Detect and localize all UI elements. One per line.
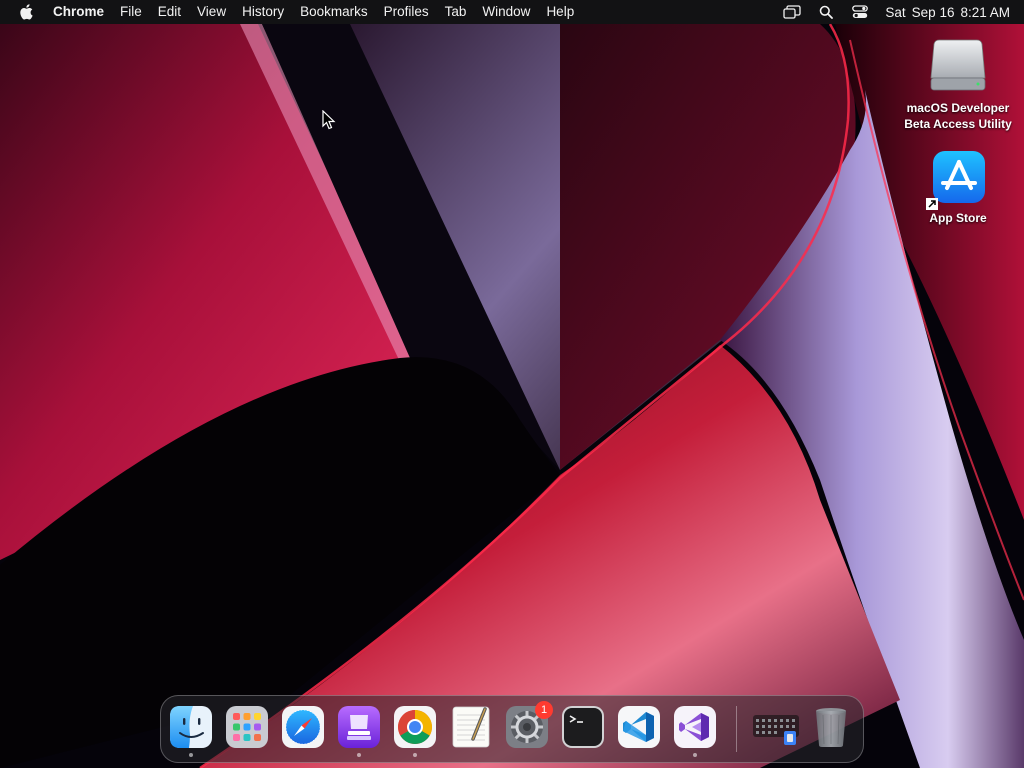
dock-app-visual-studio[interactable] bbox=[673, 705, 717, 757]
clock-day: Sat bbox=[885, 4, 906, 20]
textedit-icon bbox=[452, 706, 490, 748]
trash-icon bbox=[816, 708, 846, 747]
running-indicator bbox=[413, 753, 417, 757]
menu-help[interactable]: Help bbox=[538, 0, 582, 24]
mouse-cursor-icon bbox=[322, 110, 336, 130]
dock-app-system-settings[interactable]: 1 bbox=[505, 701, 553, 749]
clock-time: 8:21 AM bbox=[960, 4, 1010, 20]
dock-app-safari[interactable] bbox=[281, 705, 325, 749]
menu-bar: Chrome File Edit View History Bookmarks … bbox=[0, 0, 1024, 24]
desktop-icon-label-line2: Beta Access Utility bbox=[904, 117, 1012, 131]
menu-bookmarks[interactable]: Bookmarks bbox=[292, 0, 376, 24]
dock-app-xcode[interactable] bbox=[337, 705, 381, 757]
launchpad-icon bbox=[226, 706, 268, 748]
dock-app-terminal[interactable] bbox=[561, 705, 605, 749]
status-area: Sat Sep 16 8:21 AM bbox=[775, 0, 1024, 24]
screen-mirroring-icon[interactable] bbox=[783, 3, 802, 21]
downloads-stack-icon bbox=[753, 715, 799, 745]
menu-file[interactable]: File bbox=[112, 0, 150, 24]
menu-edit[interactable]: Edit bbox=[150, 0, 189, 24]
menu-history[interactable]: History bbox=[234, 0, 292, 24]
dock-app-chrome[interactable] bbox=[393, 705, 437, 757]
dock-app-textedit[interactable] bbox=[449, 705, 493, 749]
safari-icon bbox=[282, 706, 324, 748]
desktop-wallpaper bbox=[0, 0, 1024, 768]
desktop-icon-label: App Store bbox=[929, 211, 987, 225]
menu-view[interactable]: View bbox=[189, 0, 234, 24]
dock-app-launchpad[interactable] bbox=[225, 705, 269, 749]
running-indicator bbox=[693, 753, 697, 757]
clock-date: Sep 16 bbox=[911, 4, 955, 20]
xcode-icon bbox=[338, 706, 380, 748]
dock-app-finder[interactable] bbox=[169, 705, 213, 757]
vscode-icon bbox=[618, 706, 660, 748]
notification-badge: 1 bbox=[535, 701, 553, 719]
menu-bar-clock[interactable]: Sat Sep 16 8:21 AM bbox=[885, 5, 1010, 20]
terminal-icon bbox=[562, 706, 604, 748]
spotlight-search-icon[interactable] bbox=[817, 3, 835, 21]
chrome-icon bbox=[394, 706, 436, 748]
dock-downloads-stack[interactable] bbox=[753, 705, 799, 749]
menu-tab[interactable]: Tab bbox=[437, 0, 475, 24]
finder-icon bbox=[170, 706, 212, 748]
alias-arrow-icon bbox=[926, 198, 938, 210]
dock-separator bbox=[736, 706, 737, 752]
apple-menu-icon[interactable] bbox=[18, 4, 34, 20]
dock: 1 bbox=[160, 695, 864, 763]
app-menu-chrome[interactable]: Chrome bbox=[44, 0, 112, 24]
visual-studio-icon bbox=[674, 706, 716, 748]
app-store-icon bbox=[933, 151, 985, 203]
drive-icon bbox=[930, 39, 986, 91]
control-center-icon[interactable] bbox=[851, 3, 869, 21]
desktop-icon-beta-utility[interactable]: macOS Developer Beta Access Utility bbox=[896, 34, 1020, 132]
desktop-icon-label-line1: macOS Developer bbox=[906, 101, 1010, 115]
menu-window[interactable]: Window bbox=[474, 0, 538, 24]
menu-profiles[interactable]: Profiles bbox=[376, 0, 437, 24]
dock-trash[interactable] bbox=[809, 705, 853, 749]
running-indicator bbox=[189, 753, 193, 757]
dock-app-vscode[interactable] bbox=[617, 705, 661, 749]
running-indicator bbox=[357, 753, 361, 757]
desktop-icon-app-store[interactable]: App Store bbox=[896, 150, 1020, 226]
